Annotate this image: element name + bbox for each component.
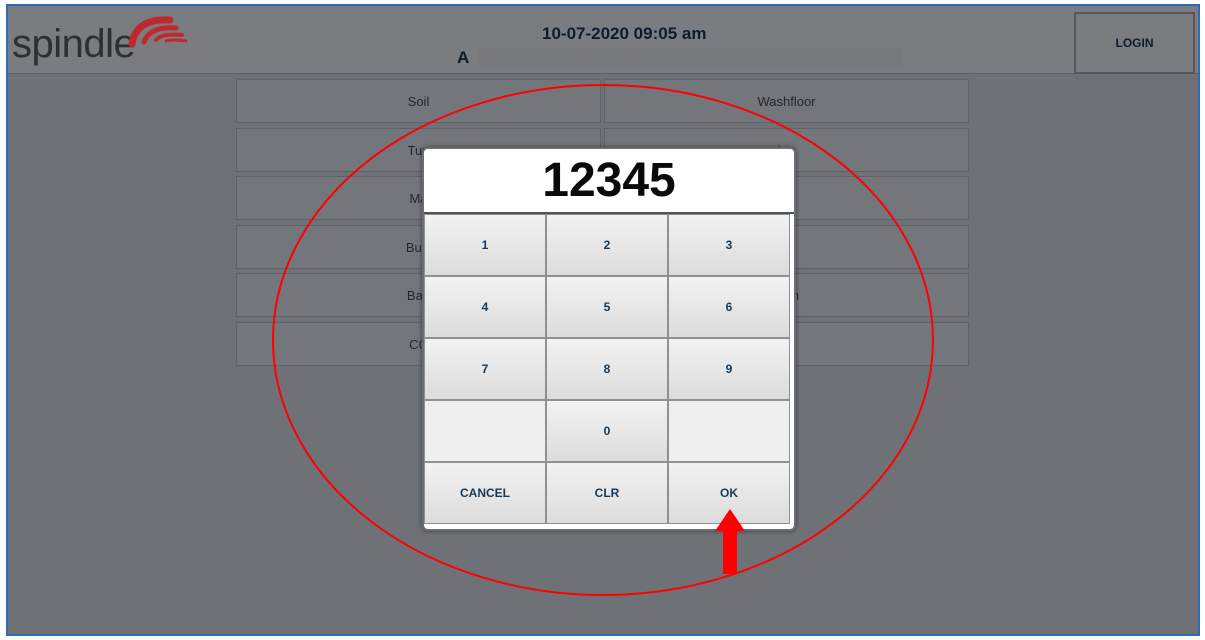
app-frame: spindle 10-07-2020 09:05 am A LOGIN Soil… bbox=[6, 4, 1200, 636]
login-button[interactable]: LOGIN bbox=[1074, 12, 1195, 74]
key-7[interactable]: 7 bbox=[424, 338, 546, 400]
key-blank-left bbox=[424, 400, 546, 462]
logo-icon bbox=[128, 16, 188, 48]
key-1[interactable]: 1 bbox=[424, 214, 546, 276]
key-blank-right bbox=[668, 400, 790, 462]
datetime-display: 10-07-2020 09:05 am bbox=[542, 24, 707, 43]
key-6[interactable]: 6 bbox=[668, 276, 790, 338]
key-0[interactable]: 0 bbox=[546, 400, 668, 462]
cancel-button[interactable]: CANCEL bbox=[424, 462, 546, 524]
ok-button[interactable]: OK bbox=[668, 462, 790, 524]
clear-button[interactable]: CLR bbox=[546, 462, 668, 524]
menu-button-soil[interactable]: Soil bbox=[236, 79, 601, 123]
menu-button-washfloor[interactable]: Washfloor bbox=[604, 79, 969, 123]
key-4[interactable]: 4 bbox=[424, 276, 546, 338]
key-8[interactable]: 8 bbox=[546, 338, 668, 400]
key-2[interactable]: 2 bbox=[546, 214, 668, 276]
key-9[interactable]: 9 bbox=[668, 338, 790, 400]
logo-text: spindle bbox=[12, 22, 136, 66]
keypad-display: 12345 bbox=[424, 149, 794, 214]
numeric-keypad-dialog: 12345 1 2 3 4 5 6 7 8 9 0 CANCEL CLR OK bbox=[422, 147, 796, 531]
user-name-bar bbox=[478, 48, 903, 68]
key-3[interactable]: 3 bbox=[668, 214, 790, 276]
header-bar: spindle 10-07-2020 09:05 am A LOGIN bbox=[8, 6, 1198, 74]
key-5[interactable]: 5 bbox=[546, 276, 668, 338]
user-initial: A bbox=[457, 48, 470, 67]
